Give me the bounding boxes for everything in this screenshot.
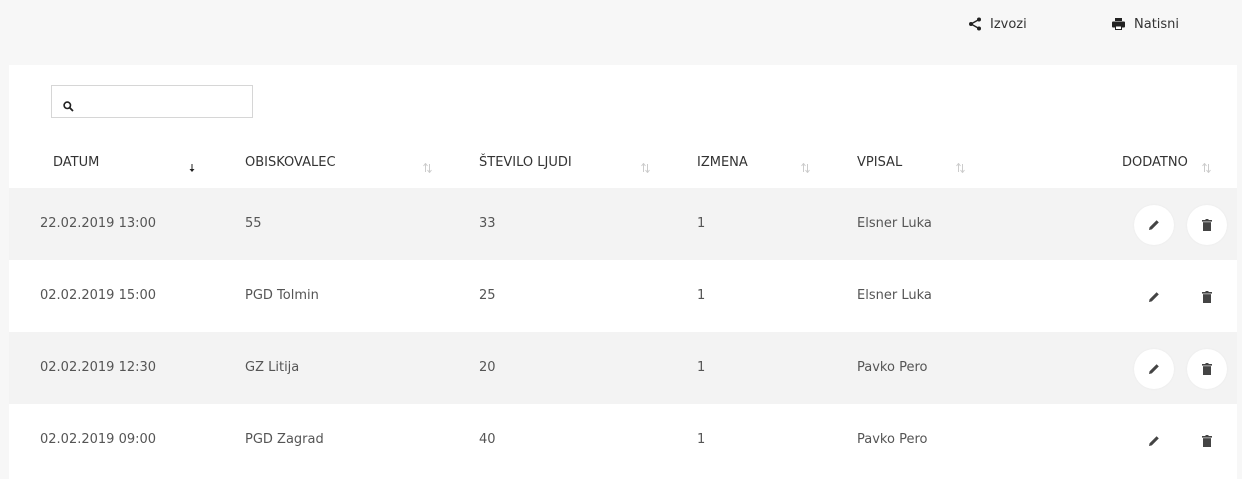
sort-icon[interactable] (801, 158, 810, 177)
share-icon (968, 17, 982, 31)
delete-button[interactable] (1187, 277, 1227, 317)
pencil-icon (1148, 288, 1160, 307)
cell-vpisal: Elsner Luka (857, 288, 932, 303)
export-label: Izvozi (990, 16, 1027, 32)
cell-stevilo-ljudi: 33 (479, 216, 496, 231)
column-header-dodatno[interactable]: DODATNO (1122, 153, 1188, 173)
table-row: 02.02.2019 12:30 GZ Litija 20 1 Pavko Pe… (9, 332, 1237, 404)
search-input[interactable] (82, 90, 251, 115)
edit-button[interactable] (1134, 277, 1174, 317)
cell-vpisal: Pavko Pero (857, 432, 928, 447)
print-button[interactable]: Natisni (1111, 13, 1179, 35)
cell-datum: 02.02.2019 15:00 (40, 288, 157, 303)
cell-stevilo-ljudi: 25 (479, 288, 496, 303)
delete-button[interactable] (1187, 205, 1227, 245)
table-row: 02.02.2019 15:00 PGD Tolmin 25 1 Elsner … (9, 260, 1237, 332)
column-header-obiskovalec[interactable]: OBISKOVALEC (245, 153, 336, 173)
cell-izmena: 1 (697, 288, 706, 303)
sort-desc-icon[interactable] (189, 158, 195, 177)
cell-datum: 22.02.2019 13:00 (40, 216, 157, 231)
sort-icon[interactable] (1202, 158, 1211, 177)
trash-icon (1202, 360, 1212, 379)
top-toolbar: Izvozi Natisni (0, 0, 1242, 64)
pencil-icon (1148, 216, 1160, 235)
cell-obiskovalec: 55 (245, 216, 262, 231)
edit-button[interactable] (1134, 349, 1174, 389)
column-header-datum[interactable]: DATUM (53, 153, 99, 173)
cell-izmena: 1 (697, 432, 706, 447)
printer-icon (1111, 17, 1126, 31)
search-icon (63, 97, 74, 116)
cell-vpisal: Elsner Luka (857, 216, 932, 231)
export-button[interactable]: Izvozi (968, 13, 1027, 35)
edit-button[interactable] (1134, 205, 1174, 245)
print-label: Natisni (1134, 16, 1180, 32)
column-header-vpisal[interactable]: VPISAL (857, 153, 902, 173)
cell-obiskovalec: GZ Litija (245, 360, 300, 375)
cell-datum: 02.02.2019 12:30 (40, 360, 157, 375)
table-header: DATUM OBISKOVALEC ŠTEVILO LJUDI IZMENA V… (9, 153, 1237, 189)
cell-obiskovalec: PGD Zagrad (245, 432, 324, 447)
cell-stevilo-ljudi: 20 (479, 360, 496, 375)
cell-datum: 02.02.2019 09:00 (40, 432, 157, 447)
trash-icon (1202, 432, 1212, 451)
pencil-icon (1148, 432, 1160, 451)
delete-button[interactable] (1187, 349, 1227, 389)
cell-izmena: 1 (697, 360, 706, 375)
table-row: 02.02.2019 09:00 PGD Zagrad 40 1 Pavko P… (9, 404, 1237, 476)
cell-izmena: 1 (697, 216, 706, 231)
column-header-stevilo-ljudi[interactable]: ŠTEVILO LJUDI (479, 153, 572, 173)
search-box (51, 85, 253, 118)
table-card: DATUM OBISKOVALEC ŠTEVILO LJUDI IZMENA V… (9, 65, 1237, 479)
trash-icon (1202, 288, 1212, 307)
sort-icon[interactable] (423, 158, 432, 177)
sort-icon[interactable] (641, 158, 650, 177)
cell-vpisal: Pavko Pero (857, 360, 928, 375)
delete-button[interactable] (1187, 421, 1227, 461)
cell-obiskovalec: PGD Tolmin (245, 288, 319, 303)
sort-icon[interactable] (956, 158, 965, 177)
edit-button[interactable] (1134, 421, 1174, 461)
table-row: 22.02.2019 13:00 55 33 1 Elsner Luka (9, 188, 1237, 260)
pencil-icon (1148, 360, 1160, 379)
column-header-izmena[interactable]: IZMENA (697, 153, 748, 173)
cell-stevilo-ljudi: 40 (479, 432, 496, 447)
trash-icon (1202, 216, 1212, 235)
